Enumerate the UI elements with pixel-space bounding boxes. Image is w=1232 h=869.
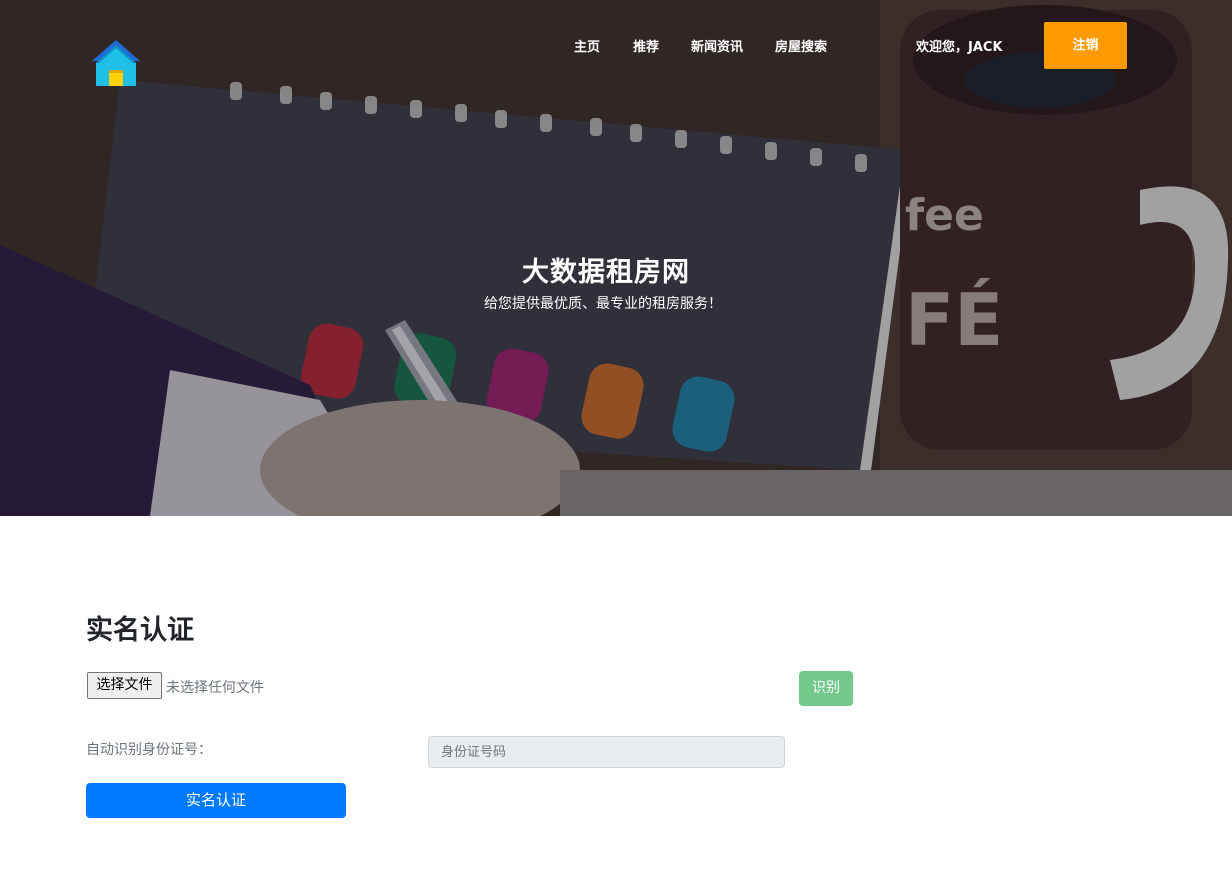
nav-home[interactable]: 主页 (574, 36, 600, 55)
id-number-label: 自动识别身份证号： (86, 742, 212, 758)
real-name-verify-button[interactable]: 实名认证 (86, 783, 346, 818)
hero-title: 大数据租房网 (522, 257, 690, 288)
nav-recommend[interactable]: 推荐 (633, 36, 659, 55)
nav-house-search[interactable]: 房屋搜索 (775, 36, 827, 55)
hero-banner: fee FÉ 主页 推荐 新闻资讯 房屋搜索 欢迎您，JACK 注销 大数据租房… (0, 0, 1232, 516)
logout-button[interactable]: 注销 (1044, 22, 1127, 69)
hero-subtitle: 给您提供最优质、最专业的租房服务！ (484, 296, 722, 312)
choose-file-button[interactable]: 选择文件 (87, 672, 162, 699)
page-title: 实名认证 (86, 615, 194, 646)
id-number-field[interactable] (428, 736, 785, 768)
welcome-text: 欢迎您，JACK (916, 40, 1003, 55)
nav-news[interactable]: 新闻资讯 (691, 36, 743, 55)
file-status-text: 未选择任何文件 (166, 680, 264, 696)
recognize-button[interactable]: 识别 (799, 671, 853, 706)
